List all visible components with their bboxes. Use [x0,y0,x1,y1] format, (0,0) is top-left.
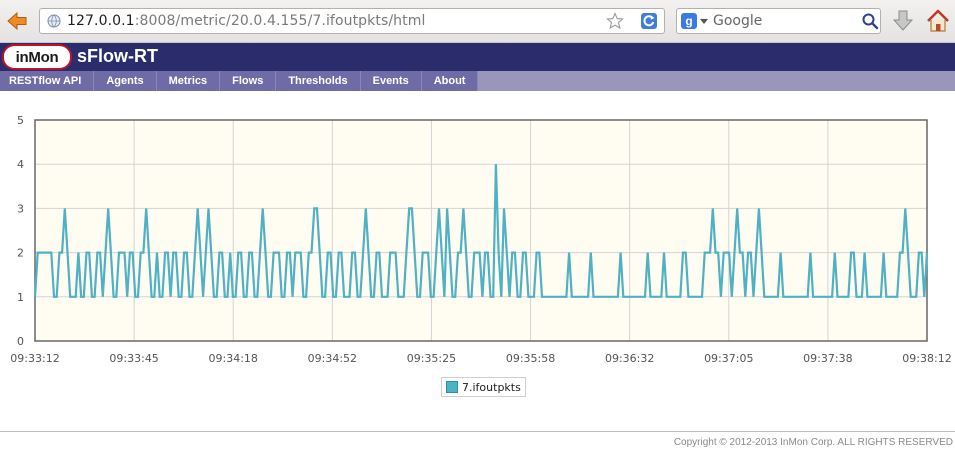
legend-label: 7.ifoutpkts [462,380,521,394]
nav-tab-restflow-api[interactable]: RESTflow API [0,71,95,91]
footer-divider [0,431,955,432]
plot-area [35,120,927,341]
x-tick-label: 09:34:18 [209,352,258,365]
reload-icon[interactable] [640,12,658,30]
line-chart: 0 1 2 3 4 5 09:33:12 09:33:45 09:34:18 09:34:52 09… [10,114,951,365]
google-icon[interactable]: g [681,13,697,29]
search-input[interactable] [713,12,853,30]
y-tick-label: 4 [17,158,24,171]
chevron-down-icon[interactable] [700,19,708,24]
y-tick-label: 3 [17,202,24,215]
nav-tab-events[interactable]: Events [360,71,422,91]
address-bar[interactable]: 127.0.0.1:8008/metric/20.0.4.155/7.ifout… [39,8,665,34]
nav-tab-about[interactable]: About [421,71,479,91]
y-tick-label: 2 [17,247,24,260]
y-tick-label: 0 [17,335,24,348]
browser-toolbar: 127.0.0.1:8008/metric/20.0.4.155/7.ifout… [0,0,955,43]
x-tick-label: 09:38:12 [902,352,951,365]
search-bar[interactable]: g [676,8,881,34]
download-icon[interactable] [891,9,915,33]
globe-icon [47,14,61,28]
x-tick-label: 09:35:25 [407,352,456,365]
nav-tabs: RESTflow API Agents Metrics Flows Thresh… [0,71,479,91]
nav-tab-thresholds[interactable]: Thresholds [276,71,361,91]
y-tick-label: 5 [17,114,24,127]
x-tick-label: 09:36:32 [605,352,654,365]
main-nav: RESTflow API Agents Metrics Flows Thresh… [0,71,955,91]
x-tick-label: 09:34:52 [308,352,357,365]
url-host: 127.0.0.1 [67,13,135,29]
star-icon[interactable] [606,12,624,30]
x-tick-label: 09:33:12 [10,352,59,365]
nav-tab-metrics[interactable]: Metrics [156,71,221,91]
x-tick-label: 09:33:45 [109,352,158,365]
app-header: inMon sFlow-RT [0,43,955,71]
metric-chart: 0 1 2 3 4 5 09:33:12 09:33:45 09:34:18 09:34:52 09… [0,100,955,380]
search-icon[interactable] [861,12,879,30]
url-path: :8008/metric/20.0.4.155/7.ifoutpkts/html [134,13,426,29]
home-icon[interactable] [925,8,951,34]
x-tick-label: 09:37:38 [803,352,852,365]
copyright-text: Copyright © 2012-2013 InMon Corp. ALL RI… [673,437,953,448]
nav-tab-agents[interactable]: Agents [94,71,157,91]
back-arrow-icon [7,11,27,31]
nav-tab-flows[interactable]: Flows [220,71,277,91]
legend-swatch [446,381,458,393]
app-title: sFlow-RT [77,46,158,66]
chart-legend: 7.ifoutpkts [441,377,526,397]
x-tick-label: 09:35:58 [506,352,555,365]
url-text[interactable]: 127.0.0.1:8008/metric/20.0.4.155/7.ifout… [67,13,425,29]
y-tick-label: 1 [17,291,24,304]
back-button[interactable] [6,10,28,32]
x-tick-label: 09:37:05 [704,352,753,365]
inmon-logo[interactable]: inMon [2,44,72,70]
logo-text: inMon [15,48,59,66]
